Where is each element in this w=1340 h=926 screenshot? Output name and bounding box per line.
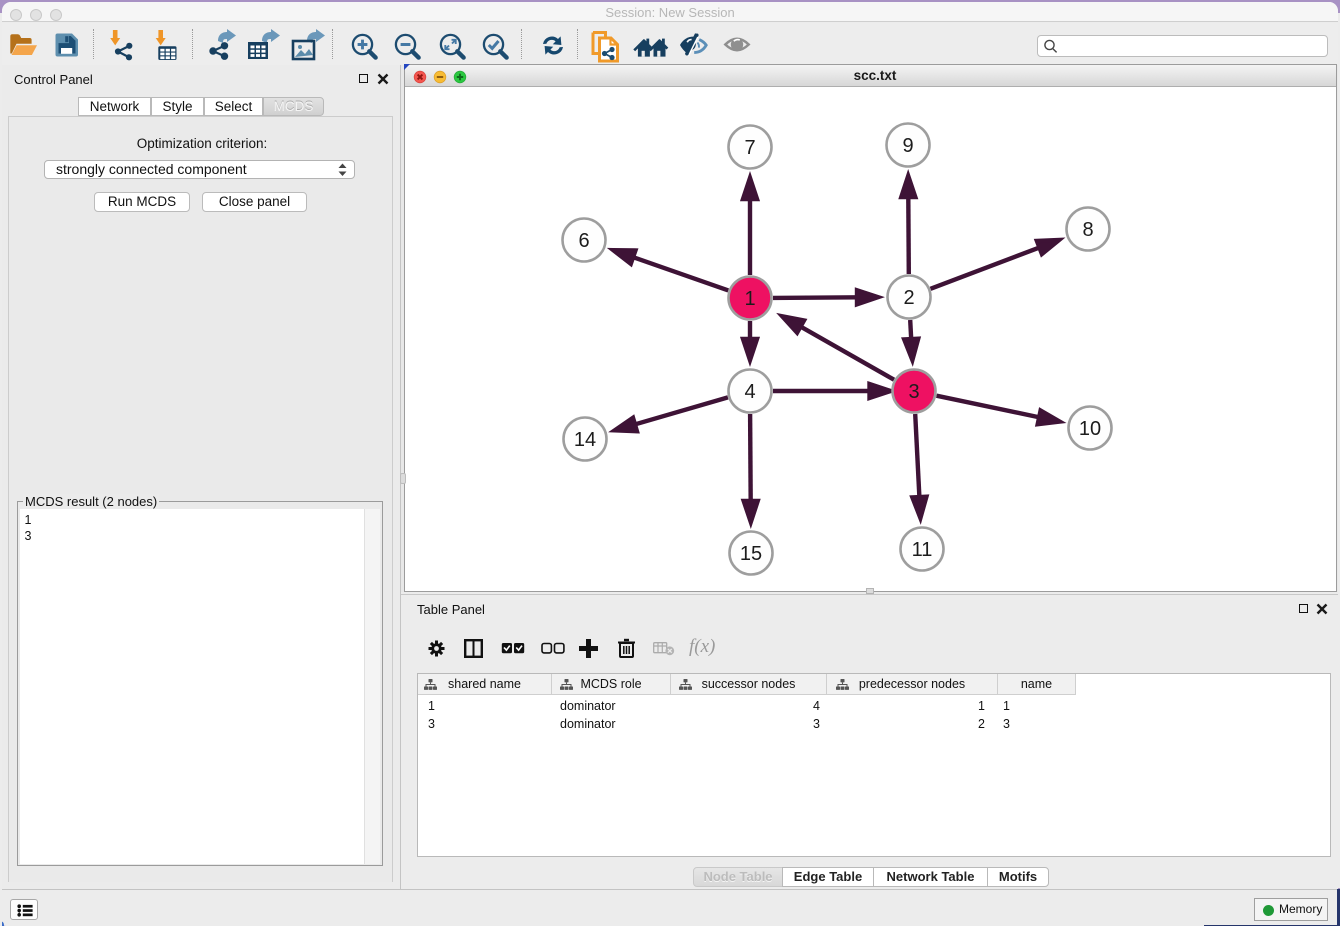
- svg-text:6: 6: [578, 230, 589, 252]
- svg-text:11: 11: [912, 539, 933, 561]
- svg-text:10: 10: [1079, 418, 1101, 440]
- svg-text:4: 4: [744, 381, 755, 403]
- svg-text:7: 7: [744, 137, 755, 159]
- svg-text:8: 8: [1082, 219, 1093, 241]
- svg-text:2: 2: [903, 287, 914, 309]
- svg-text:1: 1: [744, 288, 755, 310]
- svg-text:3: 3: [908, 381, 919, 403]
- svg-text:9: 9: [902, 135, 913, 157]
- svg-text:14: 14: [574, 429, 596, 451]
- svg-text:15: 15: [740, 543, 762, 565]
